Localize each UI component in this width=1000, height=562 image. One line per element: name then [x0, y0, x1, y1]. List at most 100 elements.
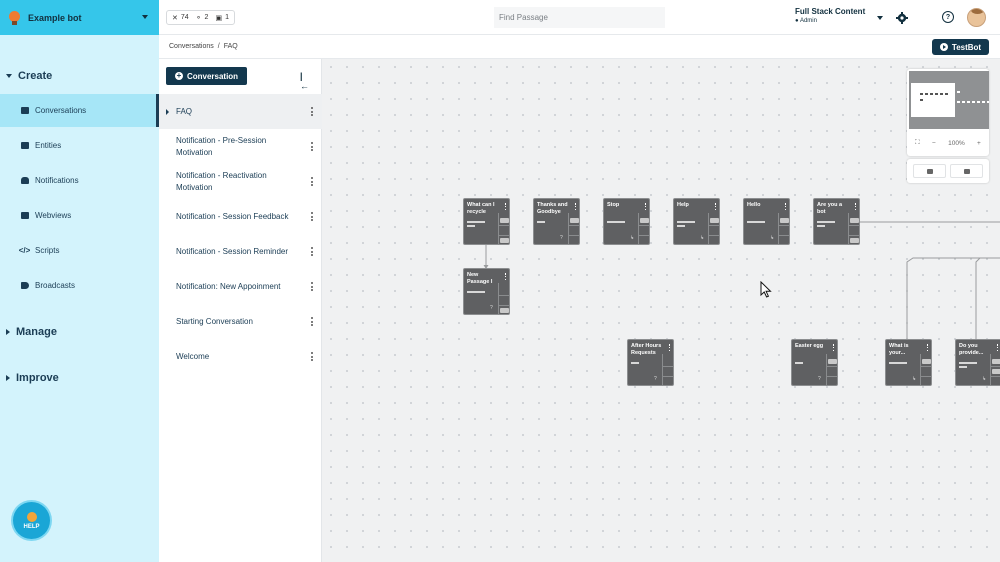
gear-icon[interactable] — [896, 12, 908, 24]
megaphone-icon — [20, 281, 29, 290]
passage-node[interactable]: Are you a bot — [813, 198, 860, 245]
conversation-item[interactable]: Notification: New Appoinment — [159, 269, 322, 304]
question-icon: ? — [560, 235, 563, 241]
breadcrumb-conversations[interactable]: Conversations — [169, 43, 214, 50]
add-conversation-button[interactable]: + Conversation — [166, 67, 247, 85]
passage-node[interactable]: What is your... ↳ — [885, 339, 932, 386]
conversation-item[interactable]: Notification - Session Reminder — [159, 234, 322, 269]
more-options-icon[interactable] — [311, 282, 313, 291]
arrow-icon: ↳ — [912, 376, 917, 382]
section-improve[interactable]: Improve — [6, 372, 59, 384]
chat-bubble-icon — [926, 168, 933, 174]
section-create[interactable]: Create — [6, 70, 52, 82]
bot-stats: ✕ 74 ⚬ 2 ▣ 1 — [166, 10, 235, 25]
conversation-item[interactable]: Notification - Pre-Session Motivation — [159, 129, 322, 164]
more-options-icon[interactable] — [311, 247, 313, 256]
collapse-panel-icon[interactable]: |← — [300, 71, 310, 91]
bot-logo-icon — [9, 10, 20, 25]
question-icon: ? — [654, 376, 657, 382]
passage-node[interactable]: What can I recycle — [463, 198, 510, 245]
conversation-item[interactable]: Notification - Reactivation Motivation — [159, 164, 322, 199]
sidebar-item-conversations[interactable]: Conversations — [0, 94, 159, 127]
account-switcher[interactable]: Full Stack Content ● Admin — [795, 8, 865, 25]
conversation-item[interactable]: Welcome — [159, 339, 322, 374]
passage-node[interactable]: Help ↳ — [673, 198, 720, 245]
browser-icon — [20, 211, 29, 220]
passage-title: Easter egg — [795, 343, 824, 349]
conversation-label: Notification - Session Reminder — [176, 246, 289, 256]
passage-node[interactable]: Stop ↳ — [603, 198, 650, 245]
sidebar-item-notifications[interactable]: Notifications — [0, 164, 159, 197]
tag-icon — [500, 308, 509, 313]
tag-icon — [850, 238, 859, 243]
passage-title: Help — [677, 202, 689, 208]
passage-node[interactable]: Thanks and Goodbye ? — [533, 198, 580, 245]
passage-node[interactable]: Hello ↳ — [743, 198, 790, 245]
passage-title: What is your... — [889, 343, 909, 356]
zoom-out-button[interactable]: − — [932, 140, 936, 147]
passage-node[interactable]: Do you provide... ↳ — [955, 339, 1000, 386]
more-options-icon[interactable] — [504, 273, 506, 280]
sidebar-item-label: Conversations — [35, 106, 87, 115]
more-options-icon[interactable] — [854, 203, 856, 210]
search-input[interactable] — [494, 7, 665, 28]
arrow-icon: ↳ — [770, 235, 775, 241]
note-icon — [963, 168, 970, 174]
fit-view-icon[interactable]: ⛶ — [915, 139, 920, 147]
chat-bubble-icon — [20, 106, 29, 115]
passage-node[interactable]: Easter egg ? — [791, 339, 838, 386]
tag-icon — [500, 238, 509, 243]
conversation-item-faq[interactable]: FAQ — [159, 94, 322, 129]
sidebar-item-broadcasts[interactable]: Broadcasts — [0, 269, 159, 302]
sidebar-item-label: Notifications — [35, 176, 79, 185]
tag-icon — [992, 359, 1000, 364]
hierarchy-icon: ⚬ — [195, 14, 202, 22]
more-options-icon[interactable] — [644, 203, 646, 210]
conversation-label: Starting Conversation — [176, 316, 253, 326]
more-options-icon[interactable] — [784, 203, 786, 210]
more-options-icon[interactable] — [311, 177, 313, 186]
passage-title: New Passage I — [467, 272, 493, 285]
more-options-icon[interactable] — [504, 203, 506, 210]
more-options-icon[interactable] — [714, 203, 716, 210]
sidebar-item-entities[interactable]: Entities — [0, 129, 159, 162]
more-options-icon[interactable] — [996, 344, 998, 351]
testbot-button[interactable]: TestBot — [932, 39, 989, 55]
zoom-in-button[interactable]: + — [977, 140, 981, 147]
notes-view-toggle[interactable] — [950, 164, 983, 178]
chevron-down-icon[interactable] — [877, 16, 883, 20]
section-manage[interactable]: Manage — [6, 326, 57, 338]
bell-icon — [20, 176, 29, 185]
mouse-pointer-icon — [760, 281, 772, 298]
bot-selector[interactable]: Example bot — [0, 0, 159, 35]
breadcrumb-bar — [159, 35, 1000, 59]
passage-canvas[interactable]: What can I recycle Thanks and Goodbye ? … — [323, 59, 1000, 562]
more-options-icon[interactable] — [311, 352, 313, 361]
tag-icon — [640, 218, 649, 223]
minimap-viewport[interactable] — [909, 71, 989, 129]
tag-icon — [922, 359, 931, 364]
sidebar-item-webviews[interactable]: Webviews — [0, 199, 159, 232]
passage-title: Are you a bot — [817, 202, 843, 215]
conversation-item[interactable]: Notification - Session Feedback — [159, 199, 322, 234]
more-options-icon[interactable] — [574, 203, 576, 210]
tag-icon — [828, 359, 837, 364]
more-options-icon[interactable] — [311, 212, 313, 221]
more-options-icon[interactable] — [311, 142, 313, 151]
passage-node[interactable]: New Passage I ? — [463, 268, 510, 315]
question-icon: ? — [818, 376, 821, 382]
sidebar-item-scripts[interactable]: </> Scripts — [0, 234, 159, 267]
chat-view-toggle[interactable] — [913, 164, 946, 178]
breadcrumb-current: FAQ — [223, 43, 238, 50]
more-options-icon[interactable] — [832, 344, 834, 351]
arrow-icon: ↳ — [630, 235, 635, 241]
more-options-icon[interactable] — [311, 107, 313, 116]
more-options-icon[interactable] — [926, 344, 928, 351]
passage-node[interactable]: After Hours Requests ? — [627, 339, 674, 386]
more-options-icon[interactable] — [668, 344, 670, 351]
help-circle-icon[interactable]: ? — [942, 11, 954, 23]
more-options-icon[interactable] — [311, 317, 313, 326]
avatar[interactable] — [967, 8, 986, 27]
help-button[interactable]: HELP — [13, 502, 50, 539]
conversation-item[interactable]: Starting Conversation — [159, 304, 322, 339]
